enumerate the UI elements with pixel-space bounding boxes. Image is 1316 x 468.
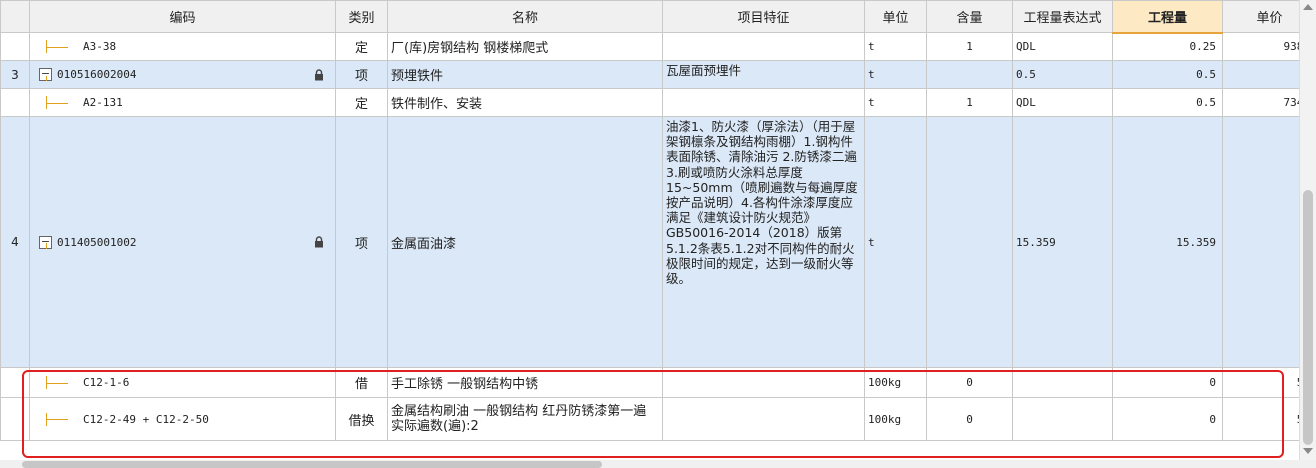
name-cell[interactable]: 铁件制作、安装 — [387, 88, 663, 117]
unit-cell[interactable]: t — [864, 116, 927, 368]
row-number — [0, 88, 30, 117]
col-header-feature[interactable]: 项目特征 — [662, 0, 865, 33]
qty-cell[interactable]: 0.5 — [1112, 60, 1223, 89]
qty-cell[interactable]: 15.359 — [1112, 116, 1223, 368]
content-cell[interactable] — [926, 116, 1013, 368]
name-cell[interactable]: 预埋铁件 — [387, 60, 663, 89]
unit-cell[interactable]: t — [864, 60, 927, 89]
type-cell[interactable]: 项 — [335, 116, 388, 368]
vertical-scrollbar[interactable] — [1299, 0, 1316, 460]
lock-icon — [315, 68, 323, 80]
lock-icon — [315, 236, 323, 248]
price-cell[interactable]: 7348 — [1222, 88, 1300, 117]
scroll-up-arrow-icon[interactable] — [1303, 4, 1313, 10]
feature-cell[interactable]: 油漆1、防火漆（厚涂法）（用于屋架钢檩条及钢结构雨棚）1.钢构件表面除锈、清除油… — [662, 116, 865, 368]
bill-grid: 编码 类别 名称 项目特征 单位 含量 工程量表达式 工程量 单价 A3-38 定… — [0, 0, 1300, 460]
col-header-rownum[interactable] — [0, 0, 30, 33]
tree-line — [46, 75, 47, 81]
row-number — [0, 32, 30, 61]
row-number: 3 — [0, 60, 30, 89]
tree-line — [46, 243, 47, 249]
content-cell[interactable]: 0 — [926, 397, 1013, 441]
feature-cell[interactable] — [662, 367, 865, 398]
unit-cell[interactable]: 100kg — [864, 397, 927, 441]
expr-cell[interactable]: 0.5 — [1012, 60, 1113, 89]
price-cell[interactable]: 9381 — [1222, 32, 1300, 61]
price-cell[interactable] — [1222, 116, 1300, 368]
col-header-name[interactable]: 名称 — [387, 0, 663, 33]
qty-cell[interactable]: 0 — [1112, 397, 1223, 441]
col-header-expr[interactable]: 工程量表达式 — [1012, 0, 1113, 33]
name-cell[interactable]: 金属面油漆 — [387, 116, 663, 368]
table-row[interactable]: C12-1-6借手工除锈 一般钢结构中锈100kg0058 — [0, 367, 1300, 398]
table-row[interactable]: A2-131 定铁件制作、安装 t1QDL0.57348 — [0, 88, 1300, 117]
col-header-unit[interactable]: 单位 — [864, 0, 927, 33]
code-cell[interactable]: A3-38 — [29, 32, 336, 61]
type-cell[interactable]: 借 — [335, 367, 388, 398]
code-text: 011405001002 — [57, 235, 137, 249]
tree-connector — [46, 419, 68, 420]
table-row[interactable]: A3-38 定厂(库)房钢结构 钢楼梯爬式 t1QDL0.259381 — [0, 32, 1300, 61]
code-text: C12-1-6 — [83, 376, 130, 389]
tree-connector — [46, 46, 68, 48]
code-text: A3-38 — [83, 40, 117, 53]
unit-cell[interactable]: t — [864, 88, 927, 117]
feature-cell[interactable] — [662, 32, 865, 61]
qty-cell[interactable]: 0.25 — [1112, 32, 1223, 61]
col-header-qty[interactable]: 工程量 — [1112, 0, 1223, 34]
tree-connector — [46, 102, 68, 104]
expr-cell[interactable]: 15.359 — [1012, 116, 1113, 368]
scroll-down-arrow-icon[interactable] — [1303, 448, 1313, 454]
name-cell[interactable]: 厂(库)房钢结构 钢楼梯爬式 — [387, 32, 663, 61]
feature-cell[interactable] — [662, 88, 865, 117]
expr-cell[interactable] — [1012, 367, 1113, 398]
type-cell[interactable]: 项 — [335, 60, 388, 89]
table-row[interactable]: C12-2-49 + C12-2-50 借换 金属结构刷油 一般钢结构 红丹防锈漆第… — [0, 397, 1300, 441]
row-number — [0, 367, 30, 398]
unit-cell[interactable]: t — [864, 32, 927, 61]
qty-cell[interactable]: 0.5 — [1112, 88, 1223, 117]
code-text: C12-2-49 + C12-2-50 — [83, 412, 209, 426]
header-row: 编码 类别 名称 项目特征 单位 含量 工程量表达式 工程量 单价 — [0, 0, 1300, 34]
table-row[interactable]: 3−010516002004 项预埋铁件 瓦屋面预埋件 t 0.5 0.5 — [0, 60, 1300, 89]
expr-cell[interactable]: QDL — [1012, 32, 1113, 61]
col-header-type[interactable]: 类别 — [335, 0, 388, 33]
type-cell[interactable]: 定 — [335, 32, 388, 61]
expr-cell[interactable]: QDL — [1012, 88, 1113, 117]
row-number — [0, 397, 30, 441]
code-cell[interactable]: −011405001002 — [29, 116, 336, 368]
horizontal-scrollbar[interactable] — [0, 460, 1316, 468]
tree-connector — [46, 382, 68, 384]
horizontal-scroll-thumb[interactable] — [22, 461, 602, 468]
qty-cell[interactable]: 0 — [1112, 367, 1223, 398]
content-cell[interactable]: 1 — [926, 32, 1013, 61]
feature-cell[interactable]: 瓦屋面预埋件 — [662, 60, 865, 89]
name-cell[interactable]: 手工除锈 一般钢结构中锈 — [387, 367, 663, 398]
table-row[interactable]: 4−011405001002 项金属面油漆 油漆1、防火漆（厚涂法）（用于屋架钢檩条… — [0, 116, 1300, 368]
code-text: 010516002004 — [57, 68, 137, 81]
row-number: 4 — [0, 116, 30, 368]
feature-cell[interactable] — [662, 397, 865, 441]
bill-table: 编码 类别 名称 项目特征 单位 含量 工程量表达式 工程量 单价 A3-38 定… — [0, 0, 1300, 441]
price-cell[interactable]: 58 — [1222, 367, 1300, 398]
vertical-scroll-thumb[interactable] — [1303, 190, 1313, 445]
code-cell[interactable]: A2-131 — [29, 88, 336, 117]
content-cell[interactable]: 0 — [926, 367, 1013, 398]
type-cell[interactable]: 借换 — [335, 397, 388, 441]
content-cell[interactable] — [926, 60, 1013, 89]
content-cell[interactable]: 1 — [926, 88, 1013, 117]
type-cell[interactable]: 定 — [335, 88, 388, 117]
col-header-content[interactable]: 含量 — [926, 0, 1013, 33]
col-header-code[interactable]: 编码 — [29, 0, 336, 33]
code-cell[interactable]: C12-2-49 + C12-2-50 — [29, 397, 336, 441]
unit-cell[interactable]: 100kg — [864, 367, 927, 398]
code-text: A2-131 — [83, 96, 123, 109]
code-cell[interactable]: −010516002004 — [29, 60, 336, 89]
name-cell[interactable]: 金属结构刷油 一般钢结构 红丹防锈漆第一遍 实际遍数(遍):2 — [387, 397, 663, 441]
code-cell[interactable]: C12-1-6 — [29, 367, 336, 398]
price-cell[interactable]: 58 — [1222, 397, 1300, 441]
expr-cell[interactable] — [1012, 397, 1113, 441]
price-cell[interactable] — [1222, 60, 1300, 89]
col-header-price[interactable]: 单价 — [1222, 0, 1300, 33]
